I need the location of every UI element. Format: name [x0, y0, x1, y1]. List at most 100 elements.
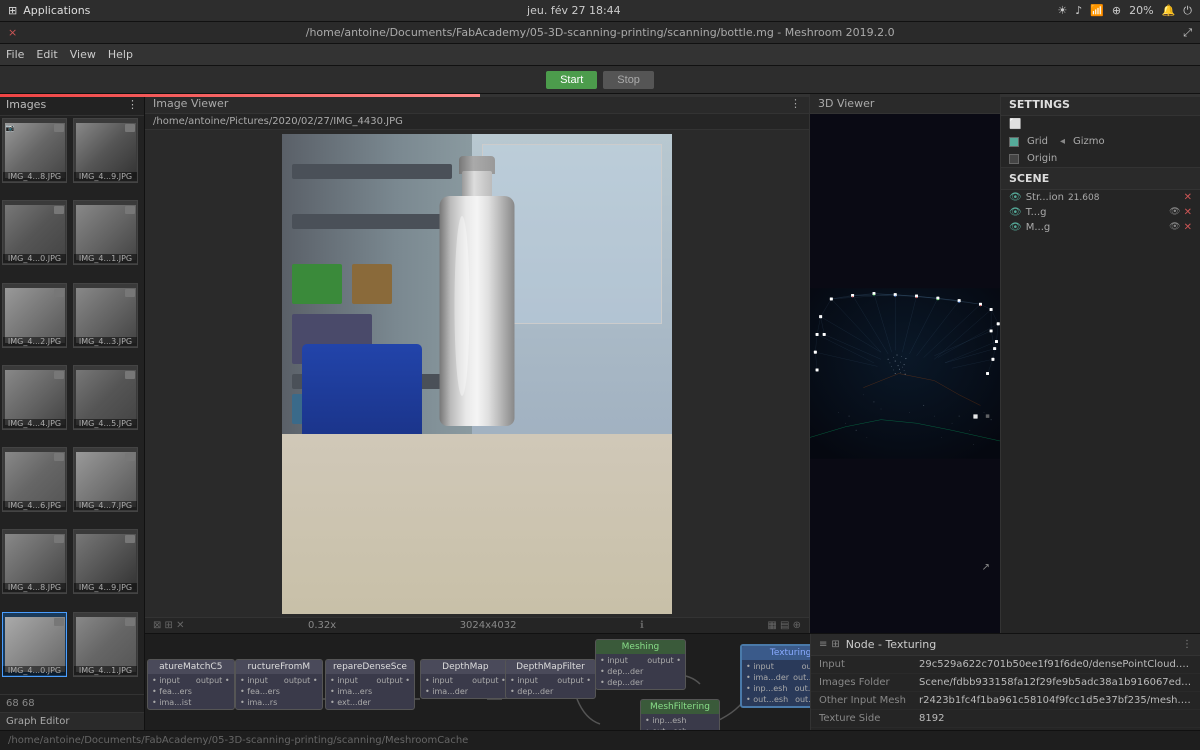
thumb-2[interactable]: IMG_4...0.JPG — [2, 200, 67, 265]
prop-input-value: 29c529a622c701b50ee1f91f6de0/densePointC… — [919, 659, 1192, 670]
node-depthmap[interactable]: DepthMap • input • ima...der output • — [420, 659, 511, 699]
node-panel: ≡ ⊞ Node - Texturing ⋮ Input 29c529a622c… — [810, 634, 1200, 730]
eye-icon-2[interactable]: 👁 — [1009, 222, 1022, 233]
node-panel-header: ≡ ⊞ Node - Texturing ⋮ — [811, 634, 1200, 656]
maximize-button[interactable]: ⤢ — [1183, 26, 1192, 40]
port-out: output • — [196, 676, 230, 685]
graph-area[interactable]: atureMatchC5 • input • fea...ers • ima..… — [145, 634, 810, 730]
prop-input: Input 29c529a622c701b50ee1f91f6de0/dense… — [811, 656, 1200, 674]
app-name: Applications — [23, 4, 90, 17]
thumb-7[interactable]: IMG_4...5.JPG — [73, 365, 138, 430]
image-viewer-menu[interactable]: ⋮ — [790, 97, 801, 110]
chair — [302, 344, 422, 444]
center-panel: Image Viewer ⋮ /home/antoine/Pictures/20… — [145, 94, 1200, 730]
node-dmfilter-header: DepthMapFilter — [506, 660, 595, 674]
images-menu-icon[interactable]: ⋮ — [127, 98, 138, 111]
origin-checkbox[interactable] — [1009, 154, 1019, 164]
status-text: /home/antoine/Documents/FabAcademy/05-3D… — [8, 735, 468, 746]
thumb-4[interactable]: IMG_4...2.JPG — [2, 283, 67, 348]
menu-edit[interactable]: Edit — [36, 48, 57, 61]
prop-texside-value: 8192 — [919, 713, 1192, 724]
node-sfm-body: • input • fea...ers • ima...rs output • — [236, 674, 322, 709]
image-count: 68 68 — [6, 698, 35, 709]
port-dep-dmf: • dep...der — [510, 687, 553, 696]
thumb-label-5: IMG_4...3.JPG — [74, 337, 137, 346]
images-footer: 68 68 — [0, 694, 144, 712]
port-inp-tex: • inp...esh — [746, 684, 789, 693]
app-icon: ⊞ — [8, 4, 17, 17]
port-out-rial-tex: out...rial • — [793, 684, 810, 693]
thumb-12[interactable]: IMG_4...0.JPG — [2, 612, 67, 677]
grid-checkbox[interactable] — [1009, 137, 1019, 147]
port-fea: • fea...ers — [152, 687, 192, 696]
start-button[interactable]: Start — [546, 71, 597, 89]
node-preparedense-header: repareDenseSce — [326, 660, 414, 674]
settings-theme: ⬜ — [1001, 116, 1200, 133]
thumb-1[interactable]: IMG_4...9.JPG — [73, 118, 138, 183]
thumb-0[interactable]: 📷 IMG_4...8.JPG — [2, 118, 67, 183]
grid-label: Grid — [1027, 136, 1048, 147]
node-panel-close[interactable]: ⋮ — [1182, 639, 1192, 650]
node-structure-from-motion[interactable]: ructureFromM • input • fea...ers • ima..… — [235, 659, 323, 710]
thumb-label-8: IMG_4...6.JPG — [3, 501, 66, 510]
menu-bar: File Edit View Help — [0, 44, 1200, 66]
3d-viewer-canvas[interactable]: ↗ — [810, 114, 1000, 633]
port-out-sfm: output • — [284, 676, 318, 685]
port-dep-mesh: • dep...der — [600, 667, 643, 676]
sys-right: ☀ ♪ 📶 ⊕ 20% 🔔 ⏻ — [1057, 4, 1192, 18]
3d-viewer-header: 3D Viewer — [810, 94, 1000, 114]
viewers-row: Image Viewer ⋮ /home/antoine/Pictures/20… — [145, 94, 1200, 634]
eye-icon-1[interactable]: 👁 — [1009, 207, 1022, 218]
stop-button[interactable]: Stop — [603, 71, 654, 89]
thumb-10[interactable]: IMG_4...8.JPG — [2, 529, 67, 594]
node-prepare-dense[interactable]: repareDenseSce • input • ima...ers • ext… — [325, 659, 415, 710]
bottle-body — [440, 196, 515, 426]
scene-label-0: Str...ion — [1026, 192, 1064, 203]
prop-other-mesh: Other Input Mesh r2423b1fc4f1ba961c58104… — [811, 692, 1200, 710]
port-input-pd: • input — [330, 676, 372, 685]
scene-num-0: 21.608 — [1068, 193, 1100, 203]
power-icon: ⏻ — [1183, 4, 1192, 18]
thumb-5[interactable]: IMG_4...3.JPG — [73, 283, 138, 348]
notify-icon: 🔔 — [1162, 4, 1176, 17]
scene-eye3-icon[interactable]: 👁 — [1169, 222, 1180, 233]
node-meshfiltering-header: MeshFiltering — [641, 700, 719, 714]
close-icon-0[interactable]: ✕ — [1184, 192, 1192, 203]
close-icon-1[interactable]: ✕ — [1184, 207, 1192, 218]
thumb-label-2: IMG_4...0.JPG — [3, 254, 66, 263]
node-meshing[interactable]: Meshing • input • dep...der • dep...der … — [595, 639, 686, 690]
thumb-6[interactable]: IMG_4...4.JPG — [2, 365, 67, 430]
thumb-8[interactable]: IMG_4...6.JPG — [2, 447, 67, 512]
eye-icon-0[interactable]: 👁 — [1009, 192, 1022, 203]
scene-item-2: 👁 M...g 👁 ✕ — [1001, 220, 1200, 235]
scene-eye2-icon[interactable]: 👁 — [1169, 207, 1180, 218]
thumb-13[interactable]: IMG_4...1.JPG — [73, 612, 138, 677]
menu-help[interactable]: Help — [108, 48, 133, 61]
menu-view[interactable]: View — [70, 48, 96, 61]
node-texturing[interactable]: Texturing • input • ima...der • inp...es… — [740, 644, 810, 708]
close-button[interactable]: × — [8, 26, 17, 39]
node-panel-title: Node - Texturing — [846, 638, 936, 651]
node-depthmapfilter[interactable]: DepthMapFilter • input • dep...der outpu… — [505, 659, 596, 699]
title-bar-text: /home/antoine/Documents/FabAcademy/05-3D… — [17, 26, 1183, 39]
close-icon-2[interactable]: ✕ — [1184, 222, 1192, 233]
title-bar: × /home/antoine/Documents/FabAcademy/05-… — [0, 22, 1200, 44]
node-menu-icon[interactable]: ≡ — [819, 639, 827, 650]
thumb-label-13: IMG_4...1.JPG — [74, 666, 137, 675]
port-input: • input — [152, 676, 192, 685]
node-meshfiltering[interactable]: MeshFiltering • inp...esh • out...esh — [640, 699, 720, 730]
thumb-3[interactable]: IMG_4...1.JPG — [73, 200, 138, 265]
image-canvas — [145, 130, 809, 617]
image-resolution: 3024x4032 — [460, 620, 517, 631]
port-input-sfm: • input — [240, 676, 280, 685]
status-bar: /home/antoine/Documents/FabAcademy/05-3D… — [0, 730, 1200, 750]
bottle — [427, 156, 527, 436]
thumb-11[interactable]: IMG_4...9.JPG — [73, 529, 138, 594]
thumb-label-11: IMG_4...9.JPG — [74, 583, 137, 592]
node-texturing-header: Texturing — [742, 646, 810, 660]
menu-file[interactable]: File — [6, 48, 24, 61]
scene-label-1: T...g — [1026, 207, 1047, 218]
node-feature-match[interactable]: atureMatchC5 • input • fea...ers • ima..… — [147, 659, 235, 710]
thumb-9[interactable]: IMG_4...7.JPG — [73, 447, 138, 512]
prop-images-value: Scene/fdbb933158fa12f29fe9b5adc38a1b9160… — [919, 677, 1192, 688]
